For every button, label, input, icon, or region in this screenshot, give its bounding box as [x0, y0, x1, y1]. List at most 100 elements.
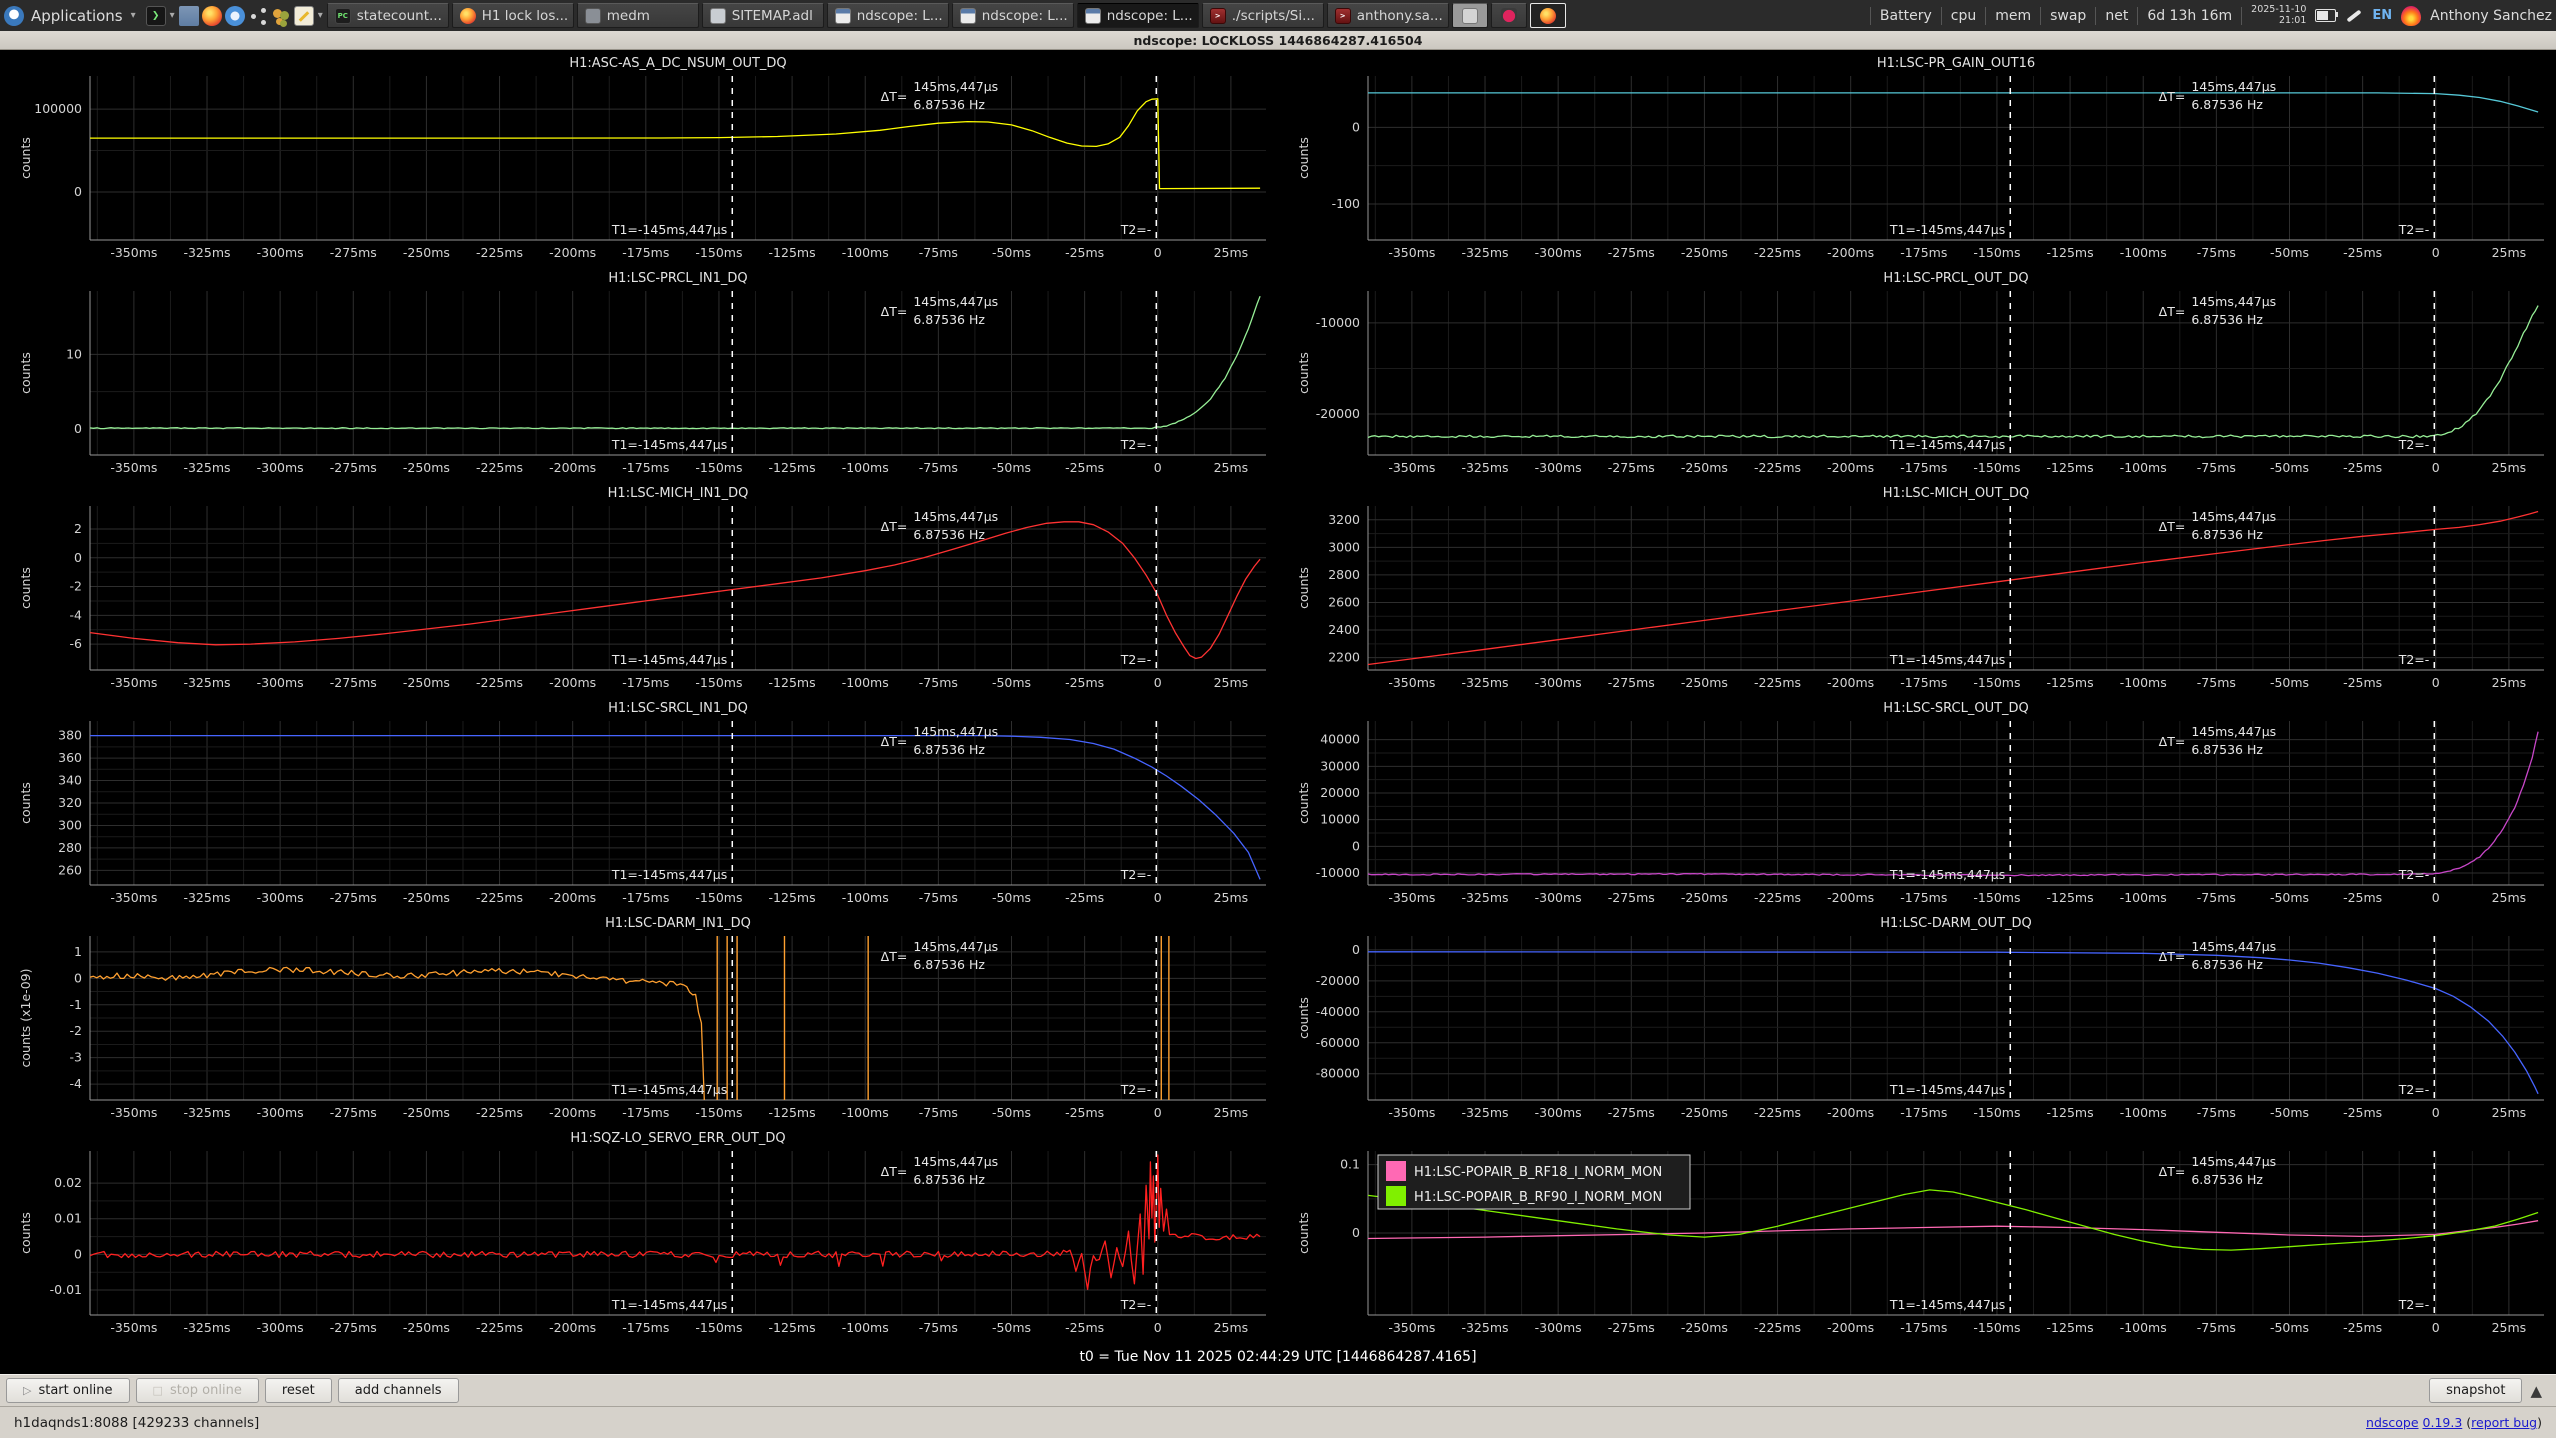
- tray-net-label[interactable]: net: [2105, 8, 2128, 24]
- notes-icon[interactable]: [294, 6, 314, 26]
- svg-text:-150ms: -150ms: [1973, 890, 2020, 905]
- play-icon: ▷: [23, 1384, 31, 1397]
- svg-text:-225ms: -225ms: [1754, 890, 1801, 905]
- plot-canvas[interactable]: -350ms-325ms-300ms-275ms-250ms-225ms-200…: [0, 910, 1278, 1125]
- firefox-icon: [460, 8, 476, 24]
- flame-icon[interactable]: [2401, 6, 2421, 26]
- tray-swap-label[interactable]: swap: [2050, 8, 2086, 24]
- plot-canvas[interactable]: -350ms-325ms-300ms-275ms-250ms-225ms-200…: [1278, 480, 2556, 695]
- taskbar-window-button[interactable]: >anthony.sa...: [1327, 3, 1449, 28]
- plot-title: H1:LSC-PRCL_OUT_DQ: [1883, 271, 2028, 286]
- plot-panel[interactable]: -350ms-325ms-300ms-275ms-250ms-225ms-200…: [1278, 910, 2556, 1125]
- chromium-launcher-icon[interactable]: [225, 6, 245, 26]
- tray-battery-label[interactable]: Battery: [1880, 8, 1932, 24]
- stylus-icon[interactable]: [2345, 7, 2363, 25]
- adl-icon: [710, 8, 726, 24]
- report-bug-link[interactable]: report bug: [2471, 1415, 2537, 1430]
- taskbar-window-button[interactable]: ndscope: L...: [1077, 3, 1199, 28]
- taskbar-window-button[interactable]: [1491, 3, 1527, 28]
- version-link[interactable]: 0.19.3: [2423, 1415, 2463, 1430]
- svg-text:T1=-145ms,447μs: T1=-145ms,447μs: [1889, 437, 2005, 452]
- plot-canvas[interactable]: -350ms-325ms-300ms-275ms-250ms-225ms-200…: [1278, 265, 2556, 480]
- taskbar-window-button[interactable]: SITEMAP.adl: [702, 3, 824, 28]
- share-icon[interactable]: [248, 6, 268, 26]
- plot-canvas[interactable]: -350ms-325ms-300ms-275ms-250ms-225ms-200…: [1278, 695, 2556, 910]
- whisker-menu-icon: [4, 6, 24, 26]
- svg-text:-200ms: -200ms: [1827, 245, 1874, 260]
- taskbar-window-button[interactable]: ndscope: L...: [952, 3, 1074, 28]
- plot-panel[interactable]: -350ms-325ms-300ms-275ms-250ms-225ms-200…: [1278, 50, 2556, 265]
- svg-text:-25ms: -25ms: [1065, 460, 1104, 475]
- legend[interactable]: H1:LSC-POPAIR_B_RF18_I_NORM_MONH1:LSC-PO…: [1378, 1155, 1690, 1209]
- taskbar-window-button[interactable]: PCstatecount...: [327, 3, 449, 28]
- svg-text:-200ms: -200ms: [549, 460, 596, 475]
- snapshot-button[interactable]: snapshot: [2429, 1378, 2522, 1403]
- tray-mem-label[interactable]: mem: [1995, 8, 2031, 24]
- taskbar-window-button[interactable]: [1452, 3, 1488, 28]
- svg-text:-150ms: -150ms: [695, 890, 742, 905]
- plot-canvas[interactable]: -350ms-325ms-300ms-275ms-250ms-225ms-200…: [0, 50, 1278, 265]
- plot-canvas[interactable]: -350ms-325ms-300ms-275ms-250ms-225ms-200…: [0, 695, 1278, 910]
- svg-text:-225ms: -225ms: [476, 460, 523, 475]
- applications-menu[interactable]: Applications ▾: [4, 6, 137, 26]
- svg-text:0: 0: [1352, 942, 1360, 957]
- paren: ): [2537, 1415, 2542, 1430]
- plot-canvas[interactable]: -350ms-325ms-300ms-275ms-250ms-225ms-200…: [1278, 910, 2556, 1125]
- plot-panel[interactable]: -350ms-325ms-300ms-275ms-250ms-225ms-200…: [0, 695, 1278, 910]
- file-manager-icon[interactable]: [179, 6, 199, 26]
- svg-text:10: 10: [66, 346, 82, 361]
- svg-text:-25ms: -25ms: [2343, 1105, 2382, 1120]
- svg-text:-350ms: -350ms: [1388, 1105, 1435, 1120]
- svg-text:-25ms: -25ms: [1065, 245, 1104, 260]
- taskbar-window-button[interactable]: ndscope: L...: [827, 3, 949, 28]
- cursor-annotations: ΔT=145ms,447μs6.87536 HzT1=-145ms,447μsT…: [1889, 79, 2429, 237]
- chevron-down-icon[interactable]: ▾: [318, 10, 323, 21]
- taskbar-window-button[interactable]: >./scripts/Si...: [1202, 3, 1324, 28]
- battery-icon[interactable]: [2315, 9, 2336, 22]
- svg-text:-200ms: -200ms: [1827, 675, 1874, 690]
- users-icon[interactable]: [271, 6, 291, 26]
- start-online-button[interactable]: ▷start online: [6, 1378, 130, 1403]
- plot-canvas[interactable]: -350ms-325ms-300ms-275ms-250ms-225ms-200…: [1278, 50, 2556, 265]
- chevron-down-icon[interactable]: ▾: [170, 10, 175, 21]
- window-titlebar[interactable]: ndscope: LOCKLOSS 1446864287.416504: [0, 31, 2556, 50]
- user-name-label[interactable]: Anthony Sanchez: [2430, 8, 2552, 24]
- keyboard-layout-label[interactable]: EN: [2372, 8, 2392, 23]
- clock[interactable]: 2025-11-10 21:01: [2251, 5, 2306, 27]
- plot-canvas[interactable]: -350ms-325ms-300ms-275ms-250ms-225ms-200…: [0, 265, 1278, 480]
- svg-text:T2=-: T2=-: [2398, 222, 2430, 237]
- svg-text:-75ms: -75ms: [919, 675, 958, 690]
- plot-panel[interactable]: -350ms-325ms-300ms-275ms-250ms-225ms-200…: [0, 1125, 1278, 1340]
- plot-canvas[interactable]: -350ms-325ms-300ms-275ms-250ms-225ms-200…: [0, 1125, 1278, 1340]
- plot-panel[interactable]: -350ms-325ms-300ms-275ms-250ms-225ms-200…: [0, 50, 1278, 265]
- svg-text:145ms,447μs: 145ms,447μs: [913, 939, 998, 954]
- taskbar-window-button[interactable]: medm: [577, 3, 699, 28]
- collapse-triangle-icon[interactable]: ▲: [2530, 1382, 2542, 1400]
- plot-canvas[interactable]: -350ms-325ms-300ms-275ms-250ms-225ms-200…: [1278, 1125, 2556, 1340]
- plot-panel[interactable]: -350ms-325ms-300ms-275ms-250ms-225ms-200…: [1278, 695, 2556, 910]
- svg-text:-20000: -20000: [1316, 406, 1360, 421]
- ndscope-link[interactable]: ndscope: [2366, 1415, 2419, 1430]
- plot-panel[interactable]: -350ms-325ms-300ms-275ms-250ms-225ms-200…: [1278, 265, 2556, 480]
- plot-panel[interactable]: -350ms-325ms-300ms-275ms-250ms-225ms-200…: [0, 910, 1278, 1125]
- plot-canvas[interactable]: -350ms-325ms-300ms-275ms-250ms-225ms-200…: [0, 480, 1278, 695]
- stop-online-button[interactable]: □stop online: [136, 1378, 259, 1403]
- tray-cpu-label[interactable]: cpu: [1951, 8, 1976, 24]
- svg-text:-350ms: -350ms: [110, 675, 157, 690]
- svg-text:-125ms: -125ms: [769, 1105, 816, 1120]
- taskbar-window-button[interactable]: [1530, 3, 1566, 28]
- svg-text:6.87536 Hz: 6.87536 Hz: [2191, 742, 2263, 757]
- plot-panel[interactable]: -350ms-325ms-300ms-275ms-250ms-225ms-200…: [0, 480, 1278, 695]
- svg-text:-75ms: -75ms: [919, 890, 958, 905]
- svg-text:-300ms: -300ms: [257, 1320, 304, 1335]
- add-channels-button[interactable]: add channels: [338, 1378, 459, 1403]
- ndscope-icon: [960, 8, 976, 24]
- plot-panel[interactable]: -350ms-325ms-300ms-275ms-250ms-225ms-200…: [0, 265, 1278, 480]
- y-axis-label: counts: [1296, 352, 1311, 394]
- terminal-launcher-icon[interactable]: ❯: [146, 6, 166, 26]
- reset-button[interactable]: reset: [265, 1378, 332, 1403]
- taskbar-window-button[interactable]: H1 lock los...: [452, 3, 574, 28]
- plot-panel[interactable]: -350ms-325ms-300ms-275ms-250ms-225ms-200…: [1278, 1125, 2556, 1340]
- firefox-launcher-icon[interactable]: [202, 6, 222, 26]
- plot-panel[interactable]: -350ms-325ms-300ms-275ms-250ms-225ms-200…: [1278, 480, 2556, 695]
